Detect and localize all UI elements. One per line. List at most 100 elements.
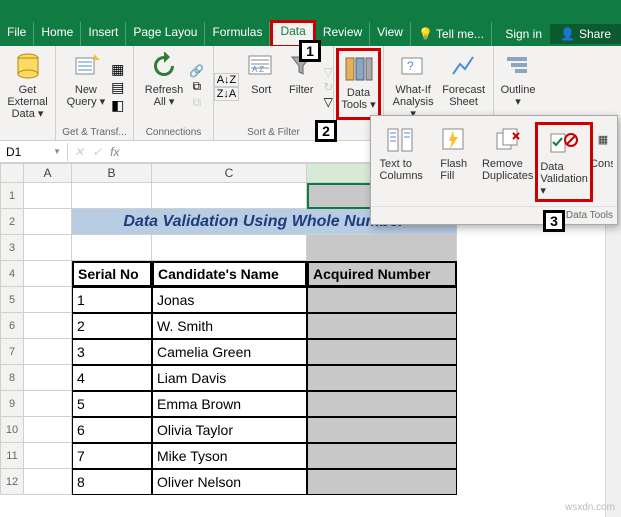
outline-icon [502, 50, 534, 82]
col-A[interactable]: A [24, 163, 72, 183]
col-B[interactable]: B [72, 163, 152, 183]
remove-duplicates-button[interactable]: Remove Duplicates [480, 122, 535, 202]
row-header[interactable]: 2 [0, 209, 24, 235]
cell[interactable] [24, 313, 72, 339]
cell[interactable] [24, 209, 72, 235]
cell-name[interactable]: Liam Davis [152, 365, 307, 391]
cell-name[interactable]: Mike Tyson [152, 443, 307, 469]
cell-name[interactable]: Camelia Green [152, 339, 307, 365]
cell-name[interactable]: W. Smith [152, 313, 307, 339]
share-button[interactable]: 👤 Share [550, 24, 621, 44]
tab-pagelayout[interactable]: Page Layou [126, 22, 205, 46]
data-validation-button[interactable]: Data Validation ▾ [535, 122, 593, 202]
sort-za-icon[interactable]: Z↓A [214, 87, 240, 101]
cell-acquired[interactable] [307, 339, 457, 365]
refresh-all-button[interactable]: Refresh All ▾ [143, 48, 186, 126]
cell[interactable] [24, 339, 72, 365]
header-serial[interactable]: Serial No [72, 261, 152, 287]
tab-insert[interactable]: Insert [81, 22, 126, 46]
fx-icon[interactable]: fx [110, 145, 119, 159]
tab-review[interactable]: Review [316, 22, 370, 46]
advanced-icon[interactable]: ▽ [324, 95, 333, 109]
outline-button[interactable]: Outline ▾ [500, 48, 536, 110]
cell-serial[interactable]: 1 [72, 287, 152, 313]
select-all-corner[interactable] [0, 163, 24, 183]
new-query-button[interactable]: New Query ▾ [65, 48, 108, 126]
tab-view[interactable]: View [370, 22, 411, 46]
row-header[interactable]: 6 [0, 313, 24, 339]
cell[interactable] [24, 365, 72, 391]
cell-name[interactable]: Olivia Taylor [152, 417, 307, 443]
cell-name[interactable]: Oliver Nelson [152, 469, 307, 495]
cell[interactable] [24, 417, 72, 443]
recent-sources-icon[interactable]: ◧ [111, 97, 124, 114]
cell-acquired[interactable] [307, 391, 457, 417]
cell-serial[interactable]: 5 [72, 391, 152, 417]
connections-icon[interactable]: 🔗 [189, 64, 204, 78]
reapply-icon[interactable]: ↻ [323, 80, 333, 94]
cell[interactable] [24, 261, 72, 287]
sort-label: Sort [251, 84, 271, 96]
tab-home[interactable]: Home [34, 22, 81, 46]
row-header[interactable]: 5 [0, 287, 24, 313]
text-to-columns-button[interactable]: Text to Columns [375, 122, 427, 202]
row-header[interactable]: 12 [0, 469, 24, 495]
header-acquired[interactable]: Acquired Number [307, 261, 457, 287]
data-tools-button[interactable]: Data Tools ▾ [336, 48, 381, 120]
cell-name[interactable]: Jonas [152, 287, 307, 313]
row-header[interactable]: 9 [0, 391, 24, 417]
cell[interactable] [152, 183, 307, 209]
cell-serial[interactable]: 6 [72, 417, 152, 443]
fx-enter-icon[interactable]: ✓ [92, 145, 102, 159]
consolidate-button[interactable]: ▦ Cons [593, 122, 613, 202]
properties-icon[interactable]: ⧉ [192, 79, 201, 94]
cell[interactable] [152, 235, 307, 261]
cell[interactable] [72, 235, 152, 261]
signin-link[interactable]: Sign in [497, 24, 550, 44]
cell-name[interactable]: Emma Brown [152, 391, 307, 417]
row-header[interactable]: 11 [0, 443, 24, 469]
cell-acquired[interactable] [307, 443, 457, 469]
row-header[interactable]: 3 [0, 235, 24, 261]
consolidate-label: Cons [593, 158, 613, 170]
row-header[interactable]: 1 [0, 183, 24, 209]
tab-file[interactable]: File [0, 22, 34, 46]
fx-cancel-icon[interactable]: ✕ [74, 145, 84, 159]
header-candidate[interactable]: Candidate's Name [152, 261, 307, 287]
name-box[interactable]: D1 ▼ [0, 143, 68, 161]
edit-links-icon[interactable]: ⧉ [192, 95, 201, 110]
row-header[interactable]: 8 [0, 365, 24, 391]
cell-acquired[interactable] [307, 287, 457, 313]
cell[interactable] [307, 235, 457, 261]
cell-acquired[interactable] [307, 417, 457, 443]
cell[interactable] [24, 235, 72, 261]
cell[interactable] [24, 443, 72, 469]
cell[interactable] [24, 469, 72, 495]
row-header[interactable]: 10 [0, 417, 24, 443]
row-header[interactable]: 4 [0, 261, 24, 287]
flash-fill-button[interactable]: Flash Fill [427, 122, 479, 202]
cell-serial[interactable]: 8 [72, 469, 152, 495]
sort-button[interactable]: A Z Sort [243, 48, 279, 126]
cell-serial[interactable]: 4 [72, 365, 152, 391]
from-table-icon[interactable]: ▤ [111, 79, 124, 96]
tab-tellme[interactable]: 💡 Tell me... [411, 22, 492, 46]
cell-serial[interactable]: 3 [72, 339, 152, 365]
cell-acquired[interactable] [307, 469, 457, 495]
cell-serial[interactable]: 7 [72, 443, 152, 469]
get-external-data-button[interactable]: Get External Data ▾ [6, 48, 49, 122]
sort-az-icon[interactable]: A↓Z [214, 73, 240, 87]
show-queries-icon[interactable]: ▦ [111, 61, 124, 78]
cell[interactable] [24, 391, 72, 417]
cell[interactable] [24, 287, 72, 313]
chevron-down-icon[interactable]: ▼ [53, 147, 61, 156]
cell[interactable] [72, 183, 152, 209]
cell-acquired[interactable] [307, 365, 457, 391]
col-C[interactable]: C [152, 163, 307, 183]
cell[interactable] [24, 183, 72, 209]
cell-acquired[interactable] [307, 313, 457, 339]
row-header[interactable]: 7 [0, 339, 24, 365]
cell-serial[interactable]: 2 [72, 313, 152, 339]
tab-formulas[interactable]: Formulas [205, 22, 270, 46]
clear-icon[interactable]: ▽ [324, 65, 333, 79]
